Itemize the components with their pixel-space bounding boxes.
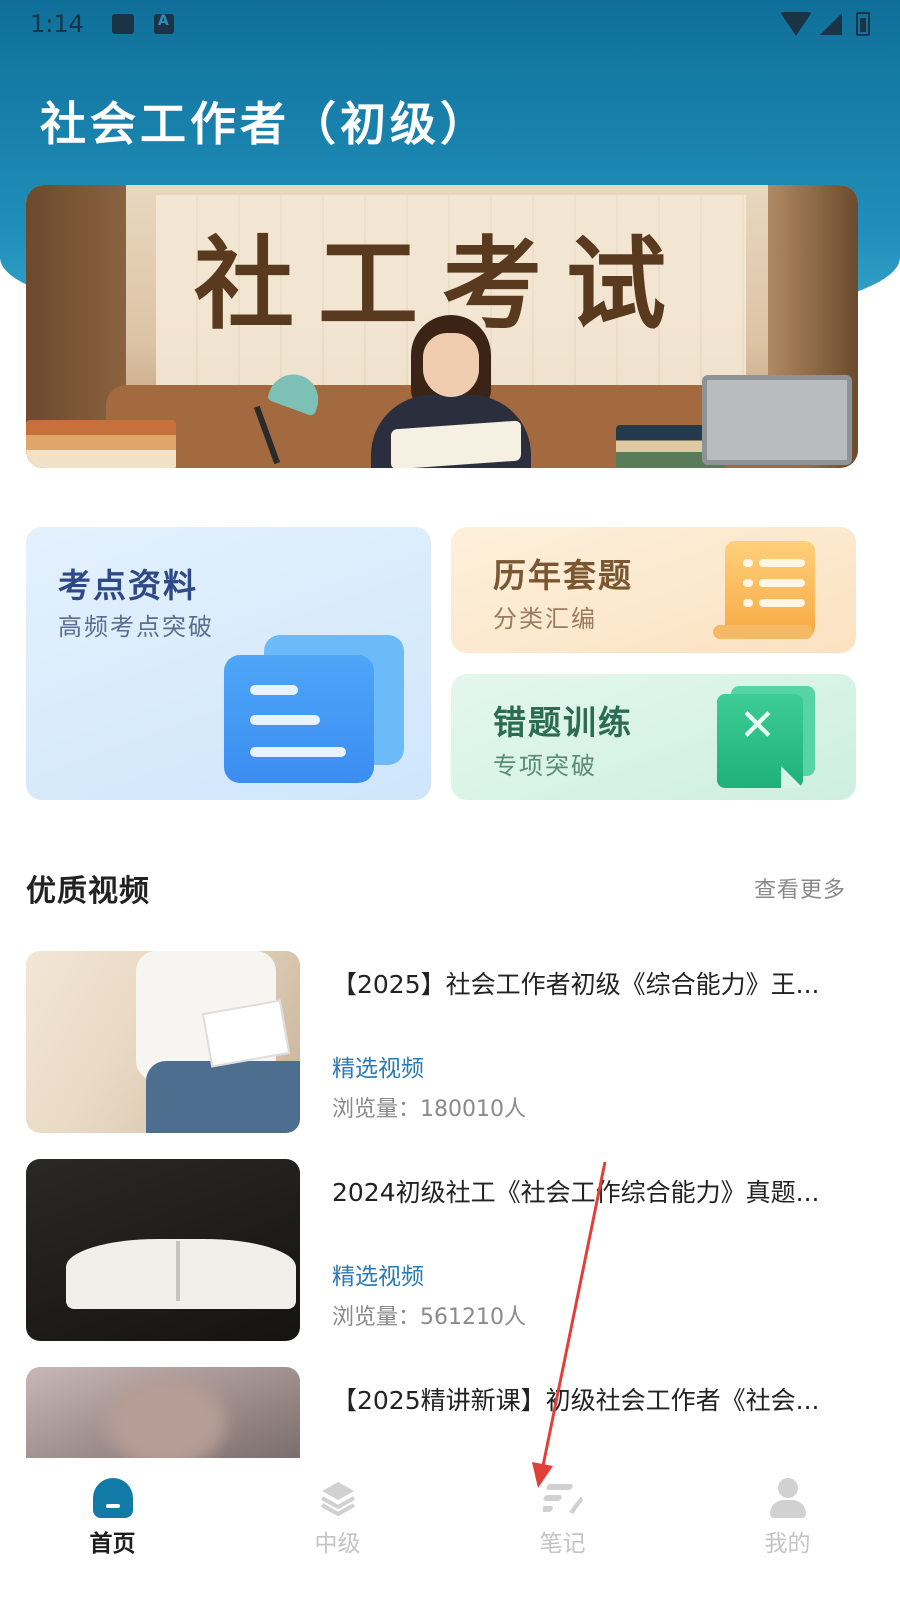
view-more-link[interactable]: 查看更多 xyxy=(754,872,846,904)
monitor-illustration xyxy=(702,375,852,465)
key-points-subtitle: 高频考点突破 xyxy=(58,613,214,641)
status-system-icons xyxy=(780,12,870,36)
video-thumbnail[interactable] xyxy=(26,951,300,1133)
tab-mine[interactable]: 我的 xyxy=(675,1458,900,1600)
video-tag: 精选视频 xyxy=(332,1264,424,1290)
scroll-list-icon xyxy=(713,541,828,641)
app-notification-icon xyxy=(153,13,174,34)
video-views: 浏览量：561210人 xyxy=(332,1305,526,1330)
video-views: 浏览量：180010人 xyxy=(332,1097,526,1122)
home-icon xyxy=(92,1478,133,1518)
tab-label: 笔记 xyxy=(539,1531,586,1557)
wrong-questions-title: 错题训练 xyxy=(493,703,633,742)
signal-icon xyxy=(820,13,842,35)
video-title[interactable]: 2024初级社工《社会工作综合能力》真题... xyxy=(332,1173,858,1209)
battery-icon xyxy=(856,12,870,36)
tab-label: 首页 xyxy=(89,1531,136,1557)
key-points-card[interactable]: 考点资料 高频考点突破 xyxy=(26,527,431,800)
notes-icon xyxy=(540,1478,583,1518)
past-papers-card[interactable]: 历年套题 分类汇编 xyxy=(451,527,856,653)
status-notification-icons xyxy=(111,13,174,34)
video-title[interactable]: 【2025精讲新课】初级社会工作者《社会... xyxy=(332,1381,858,1417)
video-thumbnail[interactable] xyxy=(26,1159,300,1341)
wrong-questions-subtitle: 专项突破 xyxy=(493,752,597,780)
key-points-title: 考点资料 xyxy=(58,566,198,605)
wrong-questions-card[interactable]: 错题训练 专项突破 ✕ xyxy=(451,674,856,800)
past-papers-subtitle: 分类汇编 xyxy=(493,605,597,633)
banner[interactable]: 社工考试 xyxy=(26,185,858,468)
books-stack-left xyxy=(26,420,176,468)
lamp-illustration xyxy=(246,367,326,465)
tab-notes[interactable]: 笔记 xyxy=(450,1458,675,1600)
video-title[interactable]: 【2025】社会工作者初级《综合能力》王... xyxy=(332,965,858,1001)
past-papers-title: 历年套题 xyxy=(493,556,633,595)
image-notification-icon xyxy=(111,14,134,34)
wrong-mark-icon: ✕ xyxy=(717,686,817,790)
status-bar: 1:14 xyxy=(0,0,900,48)
videos-section-title: 优质视频 xyxy=(26,874,150,909)
reading-woman-illustration xyxy=(351,315,551,468)
video-item[interactable]: 【2025精讲新课】初级社会工作者《社会... xyxy=(26,1367,858,1459)
layers-icon xyxy=(318,1478,358,1518)
video-item[interactable]: 2024初级社工《社会工作综合能力》真题... 精选视频 浏览量：561210人 xyxy=(26,1159,858,1343)
video-item[interactable]: 【2025】社会工作者初级《综合能力》王... 精选视频 浏览量：180010人 xyxy=(26,951,858,1135)
tab-intermediate[interactable]: 中级 xyxy=(225,1458,450,1600)
wifi-icon xyxy=(780,12,812,36)
user-icon xyxy=(768,1478,808,1518)
video-tag: 精选视频 xyxy=(332,1056,424,1082)
bottom-tab-bar: 首页 中级 笔记 我的 xyxy=(0,1458,900,1600)
video-thumbnail[interactable] xyxy=(26,1367,300,1459)
documents-icon xyxy=(224,635,404,785)
tab-label: 我的 xyxy=(764,1531,811,1557)
status-time: 1:14 xyxy=(30,10,84,38)
tab-label: 中级 xyxy=(314,1531,361,1557)
page-title: 社会工作者（初级） xyxy=(40,97,490,151)
tab-home[interactable]: 首页 xyxy=(0,1458,225,1600)
